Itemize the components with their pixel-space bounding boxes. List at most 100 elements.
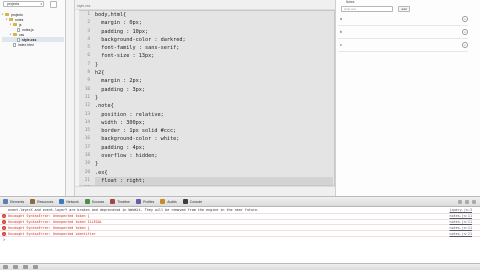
- code-line[interactable]: position : relative;: [95, 111, 333, 119]
- devtools-tab-label: Network: [66, 199, 79, 204]
- note-text: a: [340, 17, 342, 21]
- code-line[interactable]: body,html{: [95, 11, 333, 19]
- project-selector[interactable]: projects ▾: [3, 1, 44, 7]
- file-icon: [17, 37, 20, 42]
- folder-icon: [13, 33, 17, 36]
- notes-list: axbxcx: [338, 13, 468, 52]
- tree-item-label: css: [19, 32, 25, 37]
- gear-icon[interactable]: [50, 1, 57, 8]
- code-line[interactable]: background-color : white;: [95, 135, 333, 143]
- line-number: 19: [84, 161, 90, 167]
- note-text-input[interactable]: write text: [341, 6, 393, 12]
- folder-icon: [9, 18, 13, 21]
- console-source-link[interactable]: notes.js:11: [450, 226, 472, 230]
- code-editor: style.css 1 2 3 4 5 6 7 8 9 10 11 12 13 14 15 16 17 18 19 2…: [74, 0, 336, 196]
- console-source-link[interactable]: notes.js:11: [450, 220, 472, 224]
- dock-icon[interactable]: [465, 199, 469, 204]
- code-line[interactable]: margin : 2px;: [95, 77, 333, 85]
- console-source-link[interactable]: jquery.js:3: [450, 208, 472, 212]
- note-item: ax: [338, 13, 468, 26]
- tree-item-label: notes: [15, 17, 24, 22]
- settings-icon[interactable]: [458, 199, 462, 204]
- line-number: 4: [87, 36, 90, 42]
- code-line[interactable]: padding : 10px;: [95, 28, 333, 36]
- console-icon: [182, 199, 188, 204]
- console-message-text: Uncaught SyntaxError: Unexpected token I…: [8, 219, 102, 224]
- delete-note-button[interactable]: x: [462, 29, 468, 35]
- line-number: 10: [84, 86, 90, 92]
- tree-item-label: projects: [11, 12, 23, 17]
- devtools-tab-timeline[interactable]: Timeline: [110, 199, 130, 204]
- project-selector-label: projects: [7, 2, 20, 6]
- folder-icon: [13, 23, 17, 26]
- sources-icon: [84, 199, 90, 204]
- error-icon: ×: [2, 214, 6, 219]
- console-message-text: Uncaught SyntaxError: Unexpected token }: [8, 214, 90, 219]
- network-icon: [59, 199, 65, 204]
- devtools-tab-elements[interactable]: Elements: [3, 199, 24, 204]
- tree-item[interactable]: index.html: [2, 42, 64, 47]
- dock-icon[interactable]: [3, 265, 8, 269]
- line-number: 21: [84, 177, 90, 183]
- code-line[interactable]: margin : 0px;: [95, 19, 333, 27]
- code-line[interactable]: .ex{: [95, 169, 333, 177]
- code-line[interactable]: }: [95, 61, 333, 69]
- file-tree-sidebar: projects ▾ ▾ projects ▾ notes ▾ js notes.js ▾ cs…: [0, 0, 66, 196]
- line-number: 16: [84, 136, 90, 142]
- devtools-tab-sources[interactable]: Sources: [84, 199, 105, 204]
- devtools-tab-audits[interactable]: Audits: [160, 199, 177, 204]
- code-line[interactable]: padding : 4px;: [95, 144, 333, 152]
- clear-console-icon[interactable]: [33, 265, 38, 269]
- file-icon: [13, 42, 16, 47]
- close-icon[interactable]: [472, 199, 476, 204]
- elements-icon: [3, 199, 8, 204]
- code-area[interactable]: 12345678910111213141516171819202122 body…: [75, 10, 335, 192]
- line-number: 3: [87, 28, 90, 34]
- line-number: 17: [84, 144, 90, 150]
- devtools-tab-label: Sources: [91, 199, 105, 204]
- code-line[interactable]: border : 1px solid #ccc;: [95, 127, 333, 135]
- code-line[interactable]: padding : 3px;: [95, 86, 333, 94]
- code-line[interactable]: background-color : darkred;: [95, 36, 333, 44]
- code-line[interactable]: font-family : sans-serif;: [95, 44, 333, 52]
- tree-item-label: js: [19, 22, 22, 27]
- line-number: 9: [87, 78, 90, 84]
- devtools-panel: Elements Resources Network Sources Timeline P…: [0, 196, 480, 270]
- search-icon[interactable]: [23, 265, 28, 269]
- line-number: 20: [84, 169, 90, 175]
- devtools-tab-label: Elements: [10, 199, 25, 204]
- console-prompt[interactable]: >: [0, 237, 480, 243]
- delete-note-button[interactable]: x: [462, 16, 468, 22]
- code-line[interactable]: .note{: [95, 102, 333, 110]
- note-item: bx: [338, 26, 468, 39]
- code-line[interactable]: overflow : hidden;: [95, 152, 333, 160]
- code-line[interactable]: float : right;: [95, 176, 333, 186]
- devtools-tab-label: Audits: [167, 199, 177, 204]
- line-number: 14: [84, 119, 90, 125]
- delete-note-button[interactable]: x: [462, 42, 468, 48]
- file-tree: ▾ projects ▾ notes ▾ js notes.js ▾ css style.css i…: [2, 12, 64, 47]
- resources-icon: [30, 199, 36, 204]
- console-source-link[interactable]: notes.js:11: [450, 214, 472, 218]
- devtools-tab-network[interactable]: Network: [59, 199, 79, 204]
- devtools-tab-profiles[interactable]: Profiles: [135, 199, 154, 204]
- line-number: 18: [84, 153, 90, 159]
- file-icon: [17, 27, 20, 32]
- add-note-button[interactable]: add: [398, 6, 410, 12]
- code-lines[interactable]: body,html{ margin : 0px; padding : 10px;…: [95, 11, 333, 194]
- note-text: b: [340, 30, 342, 34]
- line-number: 2: [87, 20, 90, 26]
- devtools-tab-label: Resources: [37, 199, 54, 204]
- devtools-tab-resources[interactable]: Resources: [30, 199, 53, 204]
- line-number: 7: [87, 61, 90, 67]
- console-toggle-icon[interactable]: [13, 265, 18, 269]
- code-line[interactable]: width : 300px;: [95, 119, 333, 127]
- console-log: event.layerX and event.layerY are broken…: [0, 208, 480, 243]
- code-line[interactable]: }: [95, 160, 333, 168]
- console-source-link[interactable]: notes.js:21: [450, 232, 472, 236]
- code-line[interactable]: h2{: [95, 69, 333, 77]
- code-line[interactable]: }: [95, 94, 333, 102]
- line-number: 1: [87, 12, 90, 17]
- code-line[interactable]: font-size : 13px;: [95, 52, 333, 60]
- devtools-tab-console[interactable]: Console: [182, 199, 202, 204]
